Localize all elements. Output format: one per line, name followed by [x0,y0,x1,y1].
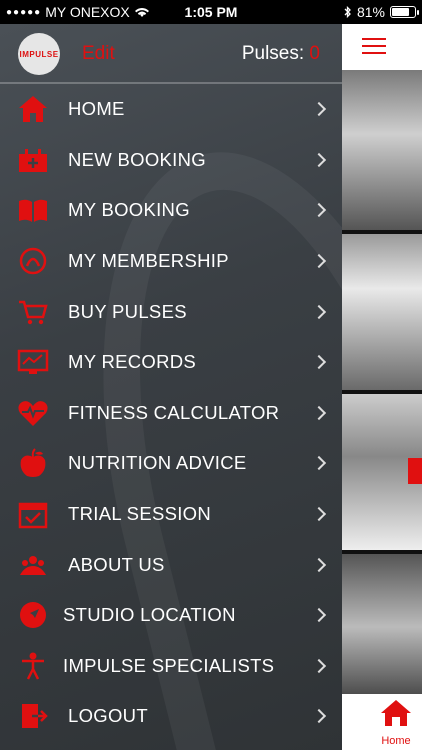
menu-item-label: MY MEMBERSHIP [68,250,229,272]
book-icon [16,193,50,227]
menu-item-new-booking[interactable]: NEW BOOKING [0,135,342,186]
status-bar: ●●●●● MY ONEXOX 1:05 PM 81% [0,0,422,24]
home-tab-label: Home [381,735,411,747]
menu-item-nutrition-advice[interactable]: NUTRITION ADVICE [0,438,342,489]
menu-item-label: MY RECORDS [68,351,197,373]
menu-item-my-booking[interactable]: MY BOOKING [0,185,342,236]
menu-item-impulse-specialists[interactable]: IMPULSE SPECIALISTS [0,641,342,692]
menu-icon[interactable] [362,38,386,56]
menu-item-buy-pulses[interactable]: BUY PULSES [0,286,342,337]
home-icon [16,92,50,126]
chevron-right-icon [311,506,327,522]
navigation-drawer: IMPULSE Edit Pulses: 0 HOME NEW BOOKING … [0,24,342,750]
menu-item-label: NUTRITION ADVICE [68,452,247,474]
promo-image[interactable] [342,70,422,230]
pulses-count: 0 [309,43,320,64]
chevron-right-icon [311,658,327,673]
menu-item-about-us[interactable]: ABOUT US [0,539,342,590]
main-content: Home [342,24,422,750]
apple-icon [16,446,50,480]
home-tab[interactable]: Home [376,698,416,748]
chevron-right-icon [311,355,327,370]
chevron-right-icon [311,557,327,572]
drawer-menu: HOME NEW BOOKING MY BOOKING MY MEMBERSHI… [0,84,342,742]
chevron-right-icon [311,608,327,623]
menu-item-label: HOME [68,98,125,120]
menu-item-label: FITNESS CALCULATOR [68,401,280,423]
drawer-header: IMPULSE Edit Pulses: 0 [0,24,342,84]
monitor-chart-icon [16,345,50,379]
menu-item-label: TRIAL SESSION [68,503,212,525]
promo-image[interactable] [342,554,422,700]
chevron-right-icon [311,709,327,724]
top-bar [342,24,422,70]
menu-item-label: BUY PULSES [68,300,187,322]
menu-item-studio-location[interactable]: STUDIO LOCATION [0,590,342,641]
menu-item-label: IMPULSE SPECIALISTS [63,654,275,676]
cart-icon [16,295,50,329]
menu-item-label: LOGOUT [68,705,148,727]
chevron-right-icon [311,304,327,319]
battery-percent: 81% [356,4,385,20]
person-icon [16,649,50,683]
menu-item-label: STUDIO LOCATION [63,604,236,626]
edit-button[interactable]: Edit [82,43,115,65]
location-icon [16,598,50,632]
chevron-right-icon [311,254,327,269]
chevron-right-icon [311,405,327,420]
menu-item-label: NEW BOOKING [68,148,206,170]
menu-item-home[interactable]: HOME [0,84,342,135]
home-icon [381,700,411,726]
menu-item-my-membership[interactable]: MY MEMBERSHIP [0,236,342,287]
calendar-check-icon [16,497,50,531]
chevron-right-icon [311,456,327,471]
calendar-add-icon [16,143,50,177]
team-icon [16,548,50,582]
menu-item-label: MY BOOKING [68,199,190,221]
membership-icon [16,244,50,278]
battery-icon [390,6,419,18]
menu-item-logout[interactable]: LOGOUT [0,691,342,742]
promo-image[interactable] [342,234,422,390]
logout-icon [16,699,50,733]
bottom-nav: Home [342,694,422,750]
badge [408,458,422,484]
chevron-right-icon [311,102,327,117]
battery-fill [392,8,409,16]
heart-pulse-icon [16,396,50,430]
pulses-counter: Pulses: 0 [242,43,320,65]
chevron-right-icon [311,203,327,218]
menu-item-fitness-calculator[interactable]: FITNESS CALCULATOR [0,388,342,439]
menu-item-label: ABOUT US [68,553,165,575]
menu-item-trial-session[interactable]: TRIAL SESSION [0,489,342,540]
logo: IMPULSE [18,33,60,75]
pulses-label: Pulses: [241,43,305,64]
bluetooth-icon [344,5,351,18]
promo-image[interactable] [342,394,422,550]
menu-item-my-records[interactable]: MY RECORDS [0,337,342,388]
chevron-right-icon [311,152,327,167]
